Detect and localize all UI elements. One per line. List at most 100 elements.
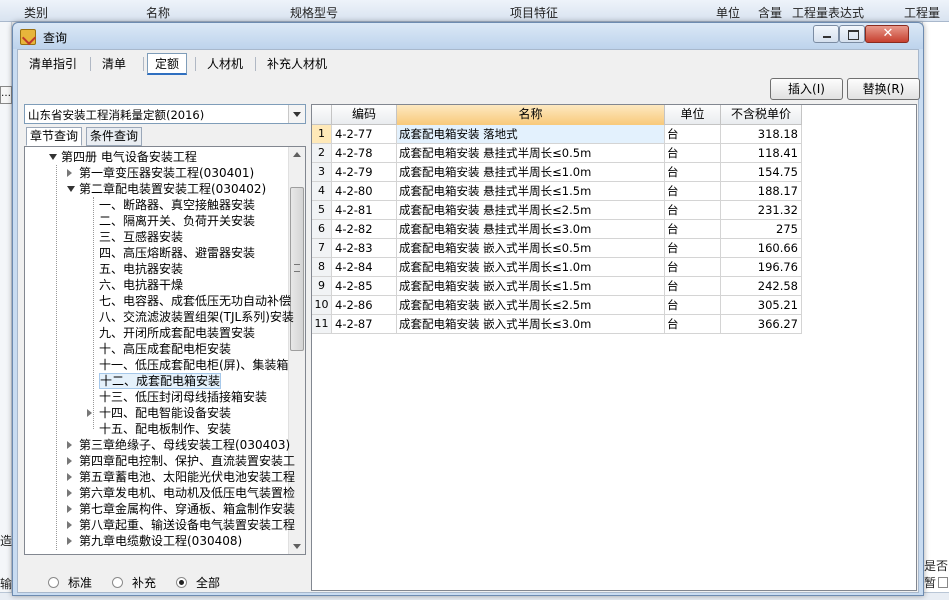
tree-collapsed-icon[interactable]	[67, 441, 72, 449]
row-unit[interactable]: 台	[665, 258, 721, 277]
tree-node[interactable]: 第五章蓄电池、太阳能光伏电池安装工程	[67, 469, 295, 485]
row-price[interactable]: 160.66	[721, 239, 802, 258]
table-row[interactable]: 1 4-2-77 成套配电箱安装 落地式台 318.18	[312, 125, 802, 144]
row-price[interactable]: 275	[721, 220, 802, 239]
tree-node[interactable]: 四、高压熔断器、避雷器安装	[99, 245, 255, 261]
row-name[interactable]: 成套配电箱安装 嵌入式半周长≤3.0m	[397, 315, 665, 334]
table-row[interactable]: 10 4-2-86 成套配电箱安装 嵌入式半周长≤2.5m 台 305.21	[312, 296, 802, 315]
row-price[interactable]: 118.41	[721, 144, 802, 163]
tree-collapsed-icon[interactable]	[67, 489, 72, 497]
background-ellipsis-button[interactable]: …	[0, 86, 12, 104]
tree-node[interactable]: 十三、低压封闭母线插接箱安装	[99, 389, 267, 405]
tree-node[interactable]: 第六章发电机、电动机及低压电气装置检	[67, 485, 295, 501]
row-unit[interactable]: 台	[665, 163, 721, 182]
tab-bill-guide[interactable]: 清单指引	[21, 53, 85, 75]
tree-node[interactable]: 七、电容器、成套低压无功自动补偿	[99, 293, 291, 309]
tree-collapsed-icon[interactable]	[67, 457, 72, 465]
tree-node[interactable]: 十一、低压成套配电柜(屏)、集装箱	[99, 357, 288, 373]
row-unit[interactable]: 台	[665, 220, 721, 239]
row-price[interactable]: 366.27	[721, 315, 802, 334]
close-button[interactable]: ✕	[865, 25, 909, 43]
row-name[interactable]: 成套配电箱安装 悬挂式半周长≤1.0m	[397, 163, 665, 182]
row-price[interactable]: 318.18	[721, 125, 802, 144]
maximize-button[interactable]	[839, 25, 865, 43]
scroll-thumb[interactable]	[290, 187, 304, 351]
background-checkbox[interactable]	[938, 577, 948, 588]
tree-node[interactable]: 十四、配电智能设备安装	[87, 405, 231, 421]
row-name[interactable]: 成套配电箱安装 悬挂式半周长≤2.5m	[397, 201, 665, 220]
row-price[interactable]: 242.58	[721, 277, 802, 296]
row-unit[interactable]: 台	[665, 125, 721, 144]
tree-node[interactable]: 六、电抗器干燥	[99, 277, 183, 293]
row-unit[interactable]: 台	[665, 296, 721, 315]
table-row[interactable]: 9 4-2-85 成套配电箱安装 嵌入式半周长≤1.5m 台 242.58	[312, 277, 802, 296]
tree-node[interactable]: 九、开闭所成套配电装置安装	[99, 325, 255, 341]
tab-chapter-query[interactable]: 章节查询	[26, 127, 83, 146]
tree-node[interactable]: 第一章变压器安装工程(030401)	[67, 165, 254, 181]
tab-condition-query[interactable]: 条件查询	[86, 127, 143, 146]
tab-bill[interactable]: 清单	[94, 53, 134, 75]
dialog-titlebar[interactable]: 查询 ✕	[13, 23, 923, 49]
row-code[interactable]: 4-2-86	[332, 296, 397, 315]
col-header-name[interactable]: 名称	[397, 105, 665, 125]
row-index[interactable]: 5	[312, 201, 332, 220]
tree-node[interactable]: 八、交流滤波装置组架(TJL系列)安装	[99, 309, 294, 325]
radio-dot[interactable]	[176, 577, 187, 588]
row-name[interactable]: 成套配电箱安装 悬挂式半周长≤3.0m	[397, 220, 665, 239]
row-index[interactable]: 4	[312, 182, 332, 201]
row-index[interactable]: 10	[312, 296, 332, 315]
radio-dot[interactable]	[112, 577, 123, 588]
row-code[interactable]: 4-2-78	[332, 144, 397, 163]
minimize-button[interactable]	[813, 25, 839, 43]
row-index[interactable]: 7	[312, 239, 332, 258]
insert-button[interactable]: 插入(I)	[770, 78, 843, 100]
row-name[interactable]: 成套配电箱安装 嵌入式半周长≤1.5m	[397, 277, 665, 296]
tree-collapsed-icon[interactable]	[67, 473, 72, 481]
row-name[interactable]: 成套配电箱安装 落地式	[397, 125, 665, 144]
row-name[interactable]: 成套配电箱安装 悬挂式半周长≤0.5m	[397, 144, 665, 163]
row-code[interactable]: 4-2-77	[332, 125, 397, 144]
row-code[interactable]: 4-2-84	[332, 258, 397, 277]
scroll-down-icon[interactable]	[289, 538, 305, 554]
row-code[interactable]: 4-2-87	[332, 315, 397, 334]
row-index[interactable]: 11	[312, 315, 332, 334]
tree-node[interactable]: 第二章配电装置安装工程(030402)	[67, 181, 266, 197]
col-header-price[interactable]: 不含税单价	[721, 105, 802, 125]
table-row[interactable]: 11 4-2-87 成套配电箱安装 嵌入式半周长≤3.0m 台 366.27	[312, 315, 802, 334]
row-name[interactable]: 成套配电箱安装 嵌入式半周长≤1.0m	[397, 258, 665, 277]
row-code[interactable]: 4-2-85	[332, 277, 397, 296]
col-header-unit[interactable]: 单位	[665, 105, 721, 125]
tab-quota[interactable]: 定额	[147, 53, 188, 75]
tree-expanded-icon[interactable]	[67, 186, 75, 192]
table-row[interactable]: 3 4-2-79 成套配电箱安装 悬挂式半周长≤1.0m 台 154.75	[312, 163, 802, 182]
row-name[interactable]: 成套配电箱安装 悬挂式半周长≤1.5m	[397, 182, 665, 201]
row-price[interactable]: 196.76	[721, 258, 802, 277]
tree-node[interactable]: 十五、配电板制作、安装	[99, 421, 231, 437]
col-header-code[interactable]: 编码	[332, 105, 397, 125]
tree-node[interactable]: 十、高压成套配电柜安装	[99, 341, 231, 357]
table-row[interactable]: 5 4-2-81 成套配电箱安装 悬挂式半周长≤2.5m 台 231.32	[312, 201, 802, 220]
tree-expanded-icon[interactable]	[49, 154, 57, 160]
tree-node[interactable]: 第三章绝缘子、母线安装工程(030403)	[67, 437, 290, 453]
tree-node[interactable]: 第八章起重、输送设备电气装置安装工程	[67, 517, 295, 533]
row-price[interactable]: 188.17	[721, 182, 802, 201]
row-price[interactable]: 305.21	[721, 296, 802, 315]
table-row[interactable]: 7 4-2-83 成套配电箱安装 嵌入式半周长≤0.5m 台 160.66	[312, 239, 802, 258]
row-code[interactable]: 4-2-79	[332, 163, 397, 182]
tab-labor-material-machine[interactable]: 人材机	[199, 53, 251, 75]
chevron-down-icon[interactable]	[288, 105, 305, 123]
tree-collapsed-icon[interactable]	[67, 537, 72, 545]
tree-collapsed-icon[interactable]	[67, 169, 72, 177]
row-code[interactable]: 4-2-81	[332, 201, 397, 220]
tree-collapsed-icon[interactable]	[67, 521, 72, 529]
row-index[interactable]: 9	[312, 277, 332, 296]
row-unit[interactable]: 台	[665, 201, 721, 220]
tree-collapsed-icon[interactable]	[67, 505, 72, 513]
tree-node[interactable]: 五、电抗器安装	[99, 261, 183, 277]
table-row[interactable]: 4 4-2-80 成套配电箱安装 悬挂式半周长≤1.5m 台 188.17	[312, 182, 802, 201]
tree-node[interactable]: 第四册 电气设备安装工程	[49, 149, 197, 165]
row-unit[interactable]: 台	[665, 182, 721, 201]
row-index[interactable]: 3	[312, 163, 332, 182]
row-price[interactable]: 231.32	[721, 201, 802, 220]
scroll-up-icon[interactable]	[289, 147, 305, 163]
